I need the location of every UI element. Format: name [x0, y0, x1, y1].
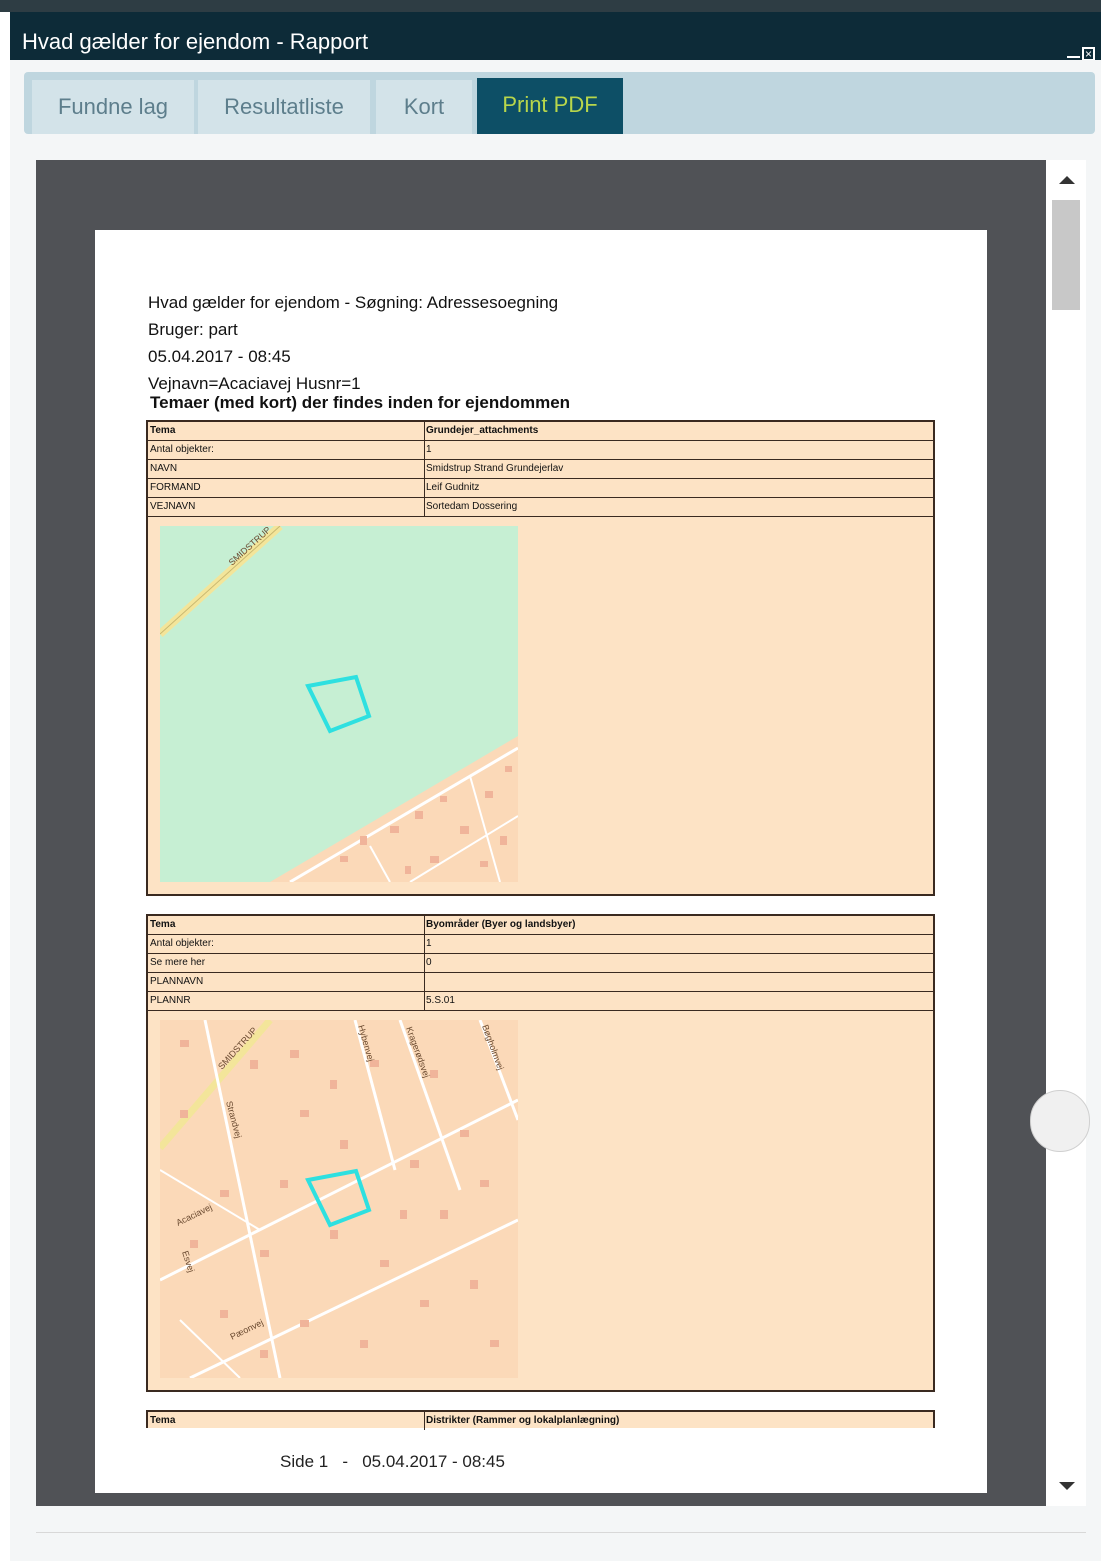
table-row: Tema Distrikter (Rammer og lokalplanlægni… [148, 1412, 933, 1430]
section-title: Temaer (med kort) der findes inden for e… [150, 393, 571, 412]
close-icon[interactable]: × [1082, 47, 1095, 61]
report-header-address: Vejnavn=Acaciavej Husnr=1 [148, 374, 361, 393]
table-row: FORMAND Leif Gudnitz [148, 479, 933, 498]
table-row: VEJNAVN Sortedam Dossering [148, 498, 933, 517]
table-row: Antal objekter: 1 [148, 441, 933, 460]
table-row: PLANNR 5.S.01 [148, 992, 933, 1011]
divider [36, 1532, 1086, 1533]
theme-table-grundejer: Tema Grundejer_attachments Antal objekter… [146, 420, 935, 896]
tab-bar: Fundne lag Resultatliste Kort Print PDF [24, 72, 1095, 134]
theme-table-distrikter: Tema Distrikter (Rammer og lokalplanlægni… [146, 1410, 935, 1430]
property-map-1: SMIDSTRUP [160, 526, 518, 882]
top-strip [0, 0, 1101, 12]
report-header-user: Bruger: part [148, 320, 238, 339]
table-row: Antal objekter: 1 [148, 935, 933, 954]
scroll-down-arrow-icon[interactable] [1059, 1482, 1075, 1490]
side-panel-handle[interactable] [1030, 1090, 1090, 1152]
scroll-up-arrow-icon[interactable] [1059, 176, 1075, 184]
report-header-title: Hvad gælder for ejendom - Søgning: Adres… [148, 293, 559, 312]
minimize-icon[interactable] [1067, 44, 1080, 58]
page-footer: Side 1 - 05.04.2017 - 08:45 [280, 1452, 505, 1471]
tab-kort[interactable]: Kort [376, 80, 472, 134]
table-row: PLANNAVN [148, 973, 933, 992]
tab-fundne-lag[interactable]: Fundne lag [32, 80, 194, 134]
theme-table-byomraader: Tema Byområder (Byer og landsbyer) Antal … [146, 914, 935, 1392]
property-map-2: SMIDSTRUP Hybenvej Kragerødsvej Bøgholmv… [160, 1020, 518, 1378]
window-titlebar: Hvad gælder for ejendom - Rapport × [10, 12, 1101, 61]
table-row: NAVN Smidstrup Strand Grundejerlav [148, 460, 933, 479]
window-title: Hvad gælder for ejendom - Rapport [22, 29, 369, 54]
tab-print-pdf[interactable]: Print PDF [477, 78, 623, 134]
scroll-thumb[interactable] [1052, 200, 1080, 310]
tab-resultatliste[interactable]: Resultatliste [198, 80, 370, 134]
table-row: Tema Byområder (Byer og landsbyer) [148, 916, 933, 935]
table-row: Tema Grundejer_attachments [148, 422, 933, 441]
table-row: Se mere her 0 [148, 954, 933, 973]
report-header-date: 05.04.2017 - 08:45 [148, 347, 291, 366]
viewer-scrollbar[interactable] [1046, 160, 1086, 1506]
pdf-page: Hvad gælder for ejendom - Søgning: Adres… [95, 230, 987, 1493]
window-controls[interactable]: × [1065, 22, 1095, 61]
